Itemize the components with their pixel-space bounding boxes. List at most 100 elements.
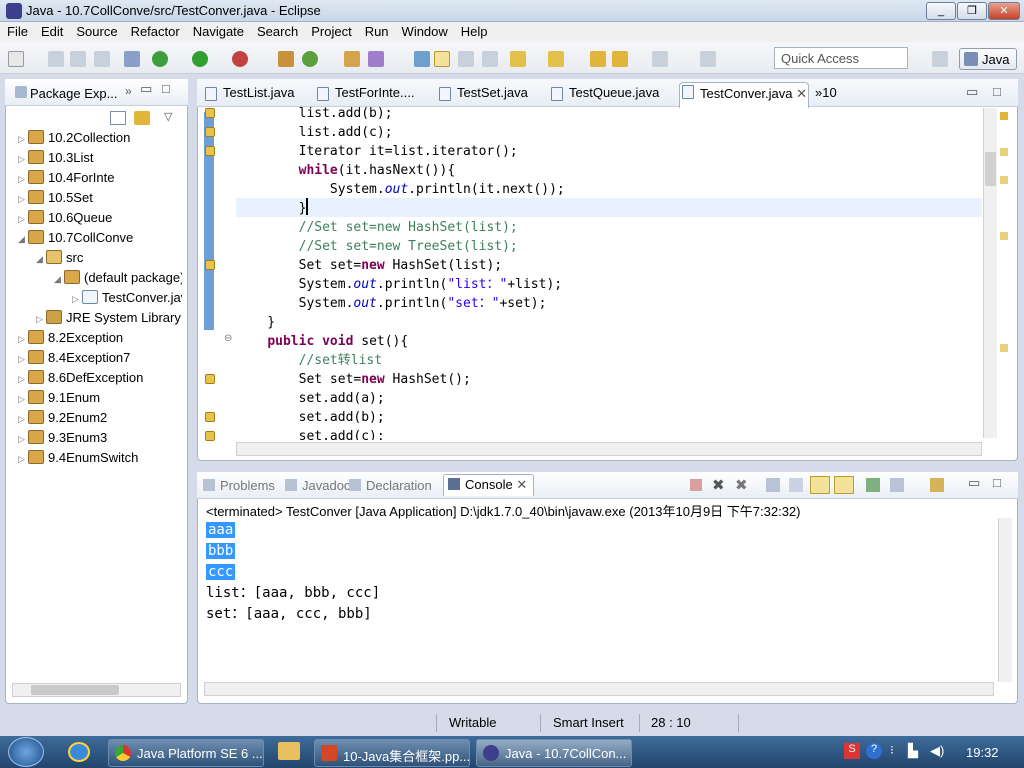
expand-toggle-icon[interactable]: ◢ <box>36 254 46 265</box>
java-perspective-button[interactable]: Java <box>959 48 1017 70</box>
skip-breakpoints-icon[interactable] <box>124 51 140 67</box>
tree-item[interactable]: ▷ 10.4ForInte <box>18 170 182 190</box>
print-icon[interactable] <box>94 51 110 67</box>
view-tab-javadoc[interactable]: Javadoc <box>285 478 350 493</box>
hscroll-thumb[interactable] <box>31 685 119 695</box>
expand-toggle-icon[interactable]: ▷ <box>18 414 28 425</box>
view-tab-console[interactable]: Console ✕ <box>443 474 535 496</box>
tree-item[interactable]: ▷ 8.6DefException <box>18 370 182 390</box>
clock[interactable]: 19:32 <box>966 745 999 760</box>
editor-vscrollbar[interactable] <box>983 108 997 438</box>
open-console-icon[interactable] <box>930 478 944 492</box>
expand-toggle-icon[interactable]: ◢ <box>54 274 64 285</box>
next-annotation-icon[interactable] <box>510 51 526 67</box>
menu-window[interactable]: Window <box>395 22 454 39</box>
menu-search[interactable]: Search <box>250 22 304 39</box>
new-class-icon[interactable] <box>302 51 318 67</box>
ie-icon[interactable] <box>68 742 90 762</box>
tree-item[interactable]: ▷ 10.3List <box>18 150 182 170</box>
help-tray-icon[interactable]: ? <box>866 743 882 759</box>
pin-editor-icon[interactable] <box>700 51 716 67</box>
expand-toggle-icon[interactable]: ▷ <box>72 294 82 305</box>
external-tools-icon[interactable] <box>232 51 248 67</box>
new-java-project-icon[interactable] <box>278 51 294 67</box>
view-menu-icon[interactable]: » <box>125 84 132 98</box>
editor-minimize-icon[interactable]: ▭ <box>966 84 978 100</box>
annotation-icon[interactable] <box>414 51 430 67</box>
open-type-icon[interactable] <box>344 51 360 67</box>
close-button[interactable]: ✕ <box>988 2 1020 20</box>
volume-icon[interactable]: ◀) <box>930 743 944 759</box>
expand-toggle-icon[interactable]: ◢ <box>18 234 28 245</box>
mark-occurrences-icon[interactable] <box>434 51 450 67</box>
remove-all-icon[interactable]: ✖ <box>735 476 748 494</box>
expand-toggle-icon[interactable]: ▷ <box>18 334 28 345</box>
tree-item[interactable]: ◢ src <box>18 250 182 270</box>
tree-item[interactable]: ▷ 9.1Enum <box>18 390 182 410</box>
tree-item[interactable]: ▷ 10.6Queue <box>18 210 182 230</box>
close-console-tab-icon[interactable]: ✕ <box>513 477 527 492</box>
show-stderr-icon[interactable] <box>834 476 854 494</box>
console-hscrollbar[interactable] <box>204 682 994 696</box>
expand-toggle-icon[interactable]: ▷ <box>18 174 28 185</box>
console-maximize-icon[interactable]: □ <box>993 475 1001 490</box>
last-edit-icon[interactable] <box>590 51 606 67</box>
run-icon[interactable] <box>192 51 208 67</box>
quick-access-input[interactable]: Quick Access <box>774 47 908 69</box>
expand-toggle-icon[interactable]: ▷ <box>36 314 46 325</box>
expand-toggle-icon[interactable]: ▷ <box>18 454 28 465</box>
block-selection-icon[interactable] <box>458 51 474 67</box>
menu-file[interactable]: File <box>0 22 34 39</box>
console-output[interactable]: aaa bbb ccc list：[aaa, bbb, ccc] set：[aaa, c… <box>206 520 380 625</box>
pin-console-icon[interactable] <box>866 478 880 492</box>
editor-hscrollbar[interactable] <box>236 442 982 456</box>
vscroll-thumb[interactable] <box>985 152 996 186</box>
maximize-button[interactable]: ❐ <box>957 2 987 20</box>
expand-toggle-icon[interactable]: ▷ <box>18 434 28 445</box>
view-tab-problems[interactable]: Problems <box>203 478 275 493</box>
menu-edit[interactable]: Edit <box>34 22 69 39</box>
new-icon[interactable] <box>8 51 24 67</box>
expand-toggle-icon[interactable]: ▷ <box>18 394 28 405</box>
show-stdout-icon[interactable] <box>810 476 830 494</box>
show-whitespace-icon[interactable] <box>482 51 498 67</box>
task-powerpoint[interactable]: 10-Java集合框架.pp... <box>314 739 470 767</box>
tree-item[interactable]: ▷ 9.4EnumSwitch <box>18 450 182 470</box>
menu-refactor[interactable]: Refactor <box>124 22 186 39</box>
open-perspective-icon[interactable] <box>932 51 948 67</box>
prev-annotation-icon[interactable] <box>548 51 564 67</box>
tree-item[interactable]: ▷ 8.4Exception7 <box>18 350 182 370</box>
tree-item[interactable]: ▷ TestConver.java <box>18 290 182 310</box>
menu-help[interactable]: Help <box>454 22 494 39</box>
package-explorer-hscrollbar[interactable] <box>12 683 181 697</box>
console-vscrollbar[interactable] <box>998 518 1012 682</box>
link-editor-icon[interactable] <box>134 111 150 125</box>
debug-icon[interactable] <box>152 51 168 67</box>
tree-item[interactable]: ▷ JRE System Library <box>18 310 182 330</box>
view-dropdown-icon[interactable]: ▽ <box>164 110 172 123</box>
tree-item[interactable]: ▷ 9.2Enum2 <box>18 410 182 430</box>
expand-toggle-icon[interactable]: ▷ <box>18 154 28 165</box>
expand-toggle-icon[interactable]: ▷ <box>18 134 28 145</box>
back-icon[interactable] <box>612 51 628 67</box>
expand-toggle-icon[interactable]: ▷ <box>18 354 28 365</box>
menu-navigate[interactable]: Navigate <box>186 22 250 39</box>
save-all-icon[interactable] <box>70 51 86 67</box>
explorer-icon[interactable] <box>278 742 300 760</box>
tree-item[interactable]: ◢ (default package) <box>18 270 182 290</box>
maximize-view-icon[interactable]: □ <box>162 81 170 96</box>
close-tab-icon[interactable]: ✕ <box>793 86 807 101</box>
show-hidden-icons[interactable]: ⁝ <box>890 743 894 757</box>
tree-item[interactable]: ◢ 10.7CollConve <box>18 230 182 250</box>
expand-toggle-icon[interactable]: ▷ <box>18 194 28 205</box>
start-button[interactable] <box>8 737 44 767</box>
menu-source[interactable]: Source <box>69 22 123 39</box>
tree-item[interactable]: ▷ 9.3Enum3 <box>18 430 182 450</box>
clear-console-icon[interactable] <box>766 478 780 492</box>
forward-icon[interactable] <box>652 51 668 67</box>
remove-launch-icon[interactable]: ✖ <box>712 476 725 494</box>
tree-item[interactable]: ▷ 10.5Set <box>18 190 182 210</box>
collapse-all-icon[interactable] <box>110 111 126 125</box>
fold-collapse-icon[interactable]: ⊖ <box>224 333 232 344</box>
task-eclipse[interactable]: Java - 10.7CollCon... <box>476 739 632 767</box>
